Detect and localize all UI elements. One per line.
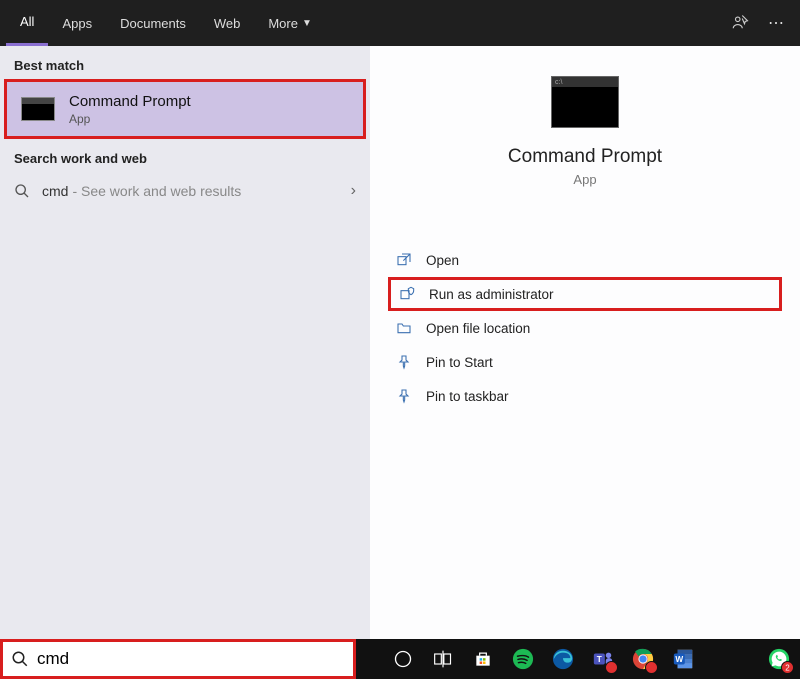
folder-icon <box>394 320 414 336</box>
best-match-subtitle: App <box>69 112 191 126</box>
store-icon[interactable] <box>466 642 500 676</box>
preview-subtitle: App <box>370 172 800 187</box>
tab-all[interactable]: All <box>6 0 48 46</box>
edge-icon[interactable] <box>546 642 580 676</box>
web-hint: - See work and web results <box>72 183 241 199</box>
best-match-item[interactable]: Command Prompt App <box>4 79 366 139</box>
tab-more[interactable]: More▼ <box>254 0 326 46</box>
search-input[interactable] <box>37 649 345 669</box>
action-label: Pin to taskbar <box>426 389 509 404</box>
cortana-icon[interactable] <box>386 642 420 676</box>
section-search-web: Search work and web <box>0 139 370 172</box>
best-match-title: Command Prompt <box>69 93 191 110</box>
svg-text:2: 2 <box>785 664 790 673</box>
web-query: cmd <box>42 183 68 199</box>
action-label: Pin to Start <box>426 355 493 370</box>
action-pin-start[interactable]: Pin to Start <box>388 345 782 379</box>
tab-documents[interactable]: Documents <box>106 0 200 46</box>
action-label: Open <box>426 253 459 268</box>
action-label: Run as administrator <box>429 287 554 302</box>
preview-app-icon: c:\ <box>551 76 619 128</box>
search-icon <box>11 650 29 668</box>
taskbar-search[interactable] <box>0 639 356 679</box>
tab-apps[interactable]: Apps <box>48 0 106 46</box>
action-run-admin[interactable]: Run as administrator <box>388 277 782 311</box>
word-icon[interactable]: W <box>666 642 700 676</box>
chevron-right-icon: › <box>351 182 356 200</box>
feedback-icon[interactable] <box>722 5 758 41</box>
svg-text:T: T <box>597 655 602 664</box>
tab-web[interactable]: Web <box>200 0 255 46</box>
chrome-icon[interactable] <box>626 642 660 676</box>
svg-text:W: W <box>675 655 683 664</box>
search-web-item[interactable]: cmd - See work and web results › <box>0 172 370 210</box>
search-icon <box>14 183 36 199</box>
command-prompt-icon <box>21 97 55 121</box>
taskbar: T W 2 <box>0 639 800 679</box>
action-open[interactable]: Open <box>388 243 782 277</box>
preview-panel: c:\ Command Prompt App Open Run as admin… <box>370 46 800 639</box>
task-view-icon[interactable] <box>426 642 460 676</box>
search-header-tabs: All Apps Documents Web More▼ ⋯ <box>0 0 800 46</box>
more-options-icon[interactable]: ⋯ <box>758 5 794 41</box>
open-icon <box>394 252 414 268</box>
shield-icon <box>397 286 417 302</box>
spotify-icon[interactable] <box>506 642 540 676</box>
action-open-location[interactable]: Open file location <box>388 311 782 345</box>
pin-icon <box>394 354 414 370</box>
pin-icon <box>394 388 414 404</box>
whatsapp-icon[interactable]: 2 <box>762 642 796 676</box>
teams-icon[interactable]: T <box>586 642 620 676</box>
section-best-match: Best match <box>0 46 370 79</box>
action-pin-taskbar[interactable]: Pin to taskbar <box>388 379 782 413</box>
action-label: Open file location <box>426 321 530 336</box>
results-panel: Best match Command Prompt App Search wor… <box>0 46 370 639</box>
preview-title: Command Prompt <box>370 146 800 168</box>
